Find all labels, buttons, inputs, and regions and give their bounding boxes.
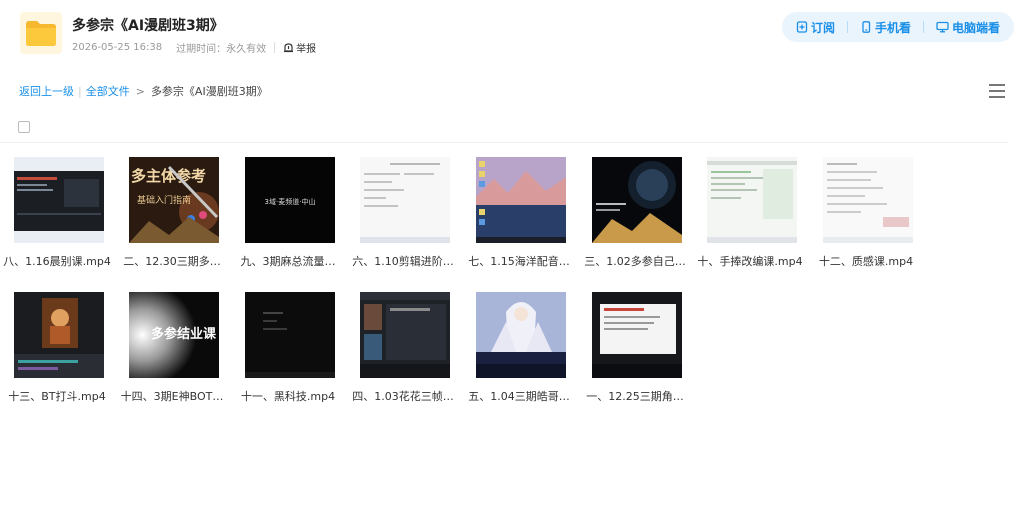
file-name[interactable]: 二、12.30三期多… bbox=[117, 253, 227, 269]
file-item[interactable]: 五、1.04三期皓哥… bbox=[464, 290, 574, 408]
report-button[interactable]: 举报 bbox=[283, 40, 316, 55]
file-item[interactable]: 十、手捧改编课.mp4 bbox=[695, 155, 805, 273]
breadcrumb-divider: | bbox=[78, 84, 82, 98]
file-item[interactable]: 十二、质感课.mp4 bbox=[811, 155, 921, 273]
file-name[interactable]: 一、12.25三期角… bbox=[580, 388, 690, 404]
file-name[interactable]: 六、1.10剪辑进阶… bbox=[348, 253, 458, 269]
file-item[interactable]: 3域·麦频道·中山九、3期麻总流量… bbox=[233, 155, 343, 273]
view-actions: 订阅 手机看 电脑端看 bbox=[782, 12, 1014, 42]
desktop-view-button[interactable]: 电脑端看 bbox=[936, 19, 1000, 36]
breadcrumb-arrow-icon: > bbox=[135, 84, 145, 98]
page-title: 多参宗《AI漫剧班3期》 bbox=[72, 18, 224, 34]
file-item[interactable]: 多参结业课十四、3期E神BOT… bbox=[117, 290, 227, 408]
file-name[interactable]: 十四、3期E神BOT… bbox=[117, 388, 227, 404]
subscribe-label: 订阅 bbox=[810, 20, 835, 35]
all-files-link[interactable]: 全部文件 bbox=[86, 83, 130, 99]
share-meta: 2026-05-25 16:38 过期时间：永久有效 举报 bbox=[72, 40, 316, 55]
breadcrumb: 返回上一级 | 全部文件 > 多参宗《AI漫剧班3期》 bbox=[19, 83, 268, 99]
back-link[interactable]: 返回上一级 bbox=[19, 83, 74, 99]
video-thumbnail[interactable]: 3域·麦频道·中山 bbox=[245, 157, 335, 243]
svg-text:基础入门指南: 基础入门指南 bbox=[137, 194, 191, 206]
folder-icon bbox=[20, 12, 62, 54]
expire-info: 过期时间：永久有效 bbox=[176, 44, 267, 55]
computer-icon bbox=[936, 21, 949, 33]
video-thumbnail[interactable] bbox=[592, 292, 682, 378]
video-thumbnail[interactable] bbox=[14, 157, 104, 243]
video-thumbnail[interactable] bbox=[592, 157, 682, 243]
file-item[interactable]: 多主体参考基础入门指南二、12.30三期多… bbox=[117, 155, 227, 273]
report-label: 举报 bbox=[296, 44, 317, 55]
file-item[interactable]: 十一、黑科技.mp4 bbox=[233, 290, 343, 408]
share-header: 多参宗《AI漫剧班3期》 2026-05-25 16:38 过期时间：永久有效 … bbox=[0, 0, 1024, 70]
file-name[interactable]: 九、3期麻总流量… bbox=[233, 253, 343, 269]
select-all-checkbox[interactable] bbox=[18, 121, 30, 133]
action-divider bbox=[922, 21, 924, 33]
video-thumbnail[interactable] bbox=[823, 157, 913, 243]
phone-icon bbox=[862, 21, 871, 33]
svg-text:多参结业课: 多参结业课 bbox=[151, 326, 217, 342]
file-name[interactable]: 三、1.02多参自己… bbox=[580, 253, 690, 269]
file-item[interactable]: 四、1.03花花三帧… bbox=[348, 290, 458, 408]
breadcrumb-current: 多参宗《AI漫剧班3期》 bbox=[150, 85, 268, 98]
file-item[interactable]: 十三、BT打斗.mp4 bbox=[2, 290, 112, 408]
phone-view-label: 手机看 bbox=[874, 20, 911, 35]
file-name[interactable]: 四、1.03花花三帧… bbox=[348, 388, 458, 404]
video-thumbnail[interactable] bbox=[14, 292, 104, 378]
file-item[interactable]: 七、1.15海洋配音… bbox=[464, 155, 574, 273]
file-name[interactable]: 八、1.16晨别课.mp4 bbox=[2, 253, 112, 269]
phone-view-button[interactable]: 手机看 bbox=[860, 19, 911, 36]
svg-text:多主体参考: 多主体参考 bbox=[131, 167, 206, 185]
subscribe-button[interactable]: 订阅 bbox=[796, 19, 835, 36]
svg-text:3域·麦频道·中山: 3域·麦频道·中山 bbox=[265, 197, 316, 206]
action-divider bbox=[846, 21, 848, 33]
video-thumbnail[interactable] bbox=[360, 292, 450, 378]
video-thumbnail[interactable] bbox=[476, 157, 566, 243]
list-divider bbox=[0, 142, 1008, 143]
video-thumbnail[interactable]: 多主体参考基础入门指南 bbox=[129, 157, 219, 243]
subscribe-icon bbox=[796, 21, 808, 33]
file-item[interactable]: 八、1.16晨别课.mp4 bbox=[2, 155, 112, 273]
share-date: 2026-05-25 16:38 bbox=[72, 42, 163, 53]
video-thumbnail[interactable] bbox=[707, 157, 797, 243]
file-item[interactable]: 三、1.02多参自己… bbox=[580, 155, 690, 273]
video-thumbnail[interactable] bbox=[360, 157, 450, 243]
video-thumbnail[interactable] bbox=[245, 292, 335, 378]
file-name[interactable]: 十、手捧改编课.mp4 bbox=[695, 253, 805, 269]
file-name[interactable]: 七、1.15海洋配音… bbox=[464, 253, 574, 269]
report-icon bbox=[284, 43, 294, 53]
file-name[interactable]: 十三、BT打斗.mp4 bbox=[2, 388, 112, 404]
file-item[interactable]: 一、12.25三期角… bbox=[580, 290, 690, 408]
desktop-view-label: 电脑端看 bbox=[951, 20, 1000, 35]
meta-divider bbox=[274, 42, 276, 53]
file-item[interactable]: 六、1.10剪辑进阶… bbox=[348, 155, 458, 273]
list-view-menu-icon[interactable] bbox=[988, 83, 1006, 99]
video-thumbnail[interactable] bbox=[476, 292, 566, 378]
file-name[interactable]: 十一、黑科技.mp4 bbox=[233, 388, 343, 404]
video-thumbnail[interactable]: 多参结业课 bbox=[129, 292, 219, 378]
file-name[interactable]: 十二、质感课.mp4 bbox=[811, 253, 921, 269]
file-name[interactable]: 五、1.04三期皓哥… bbox=[464, 388, 574, 404]
